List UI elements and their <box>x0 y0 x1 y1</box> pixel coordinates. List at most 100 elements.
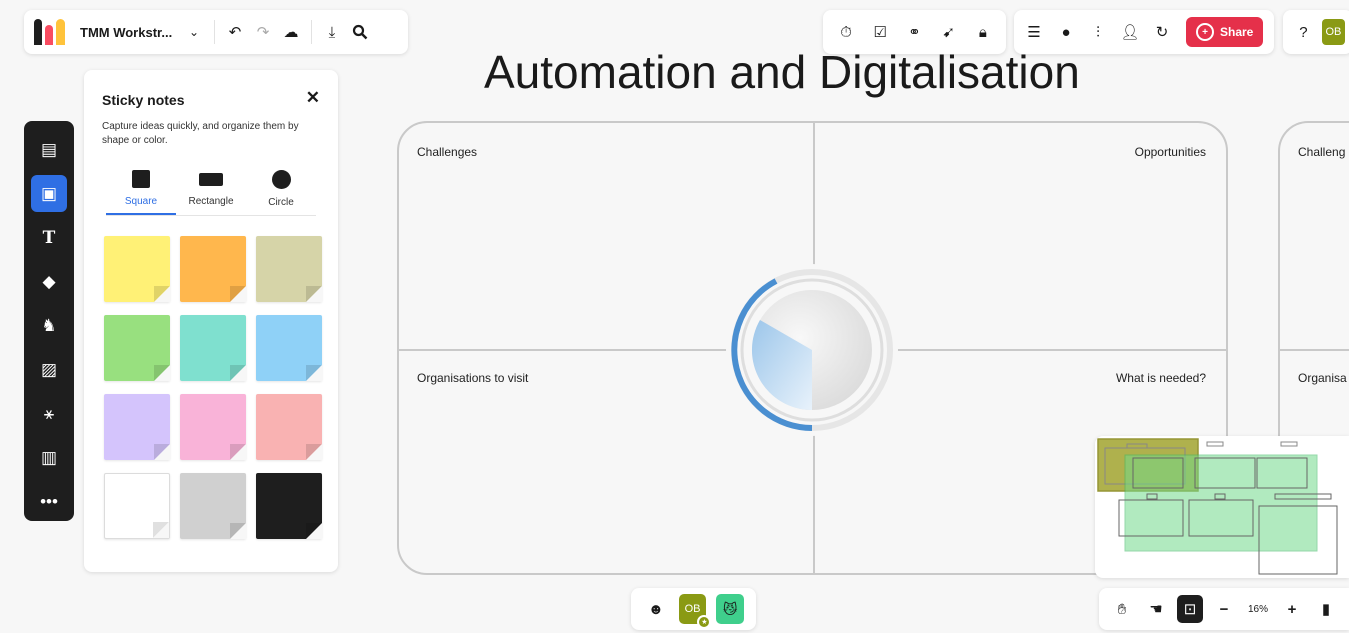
sticky-notes-tool[interactable]: ▣ <box>31 175 67 213</box>
square-shape-icon <box>132 170 150 188</box>
help-icon[interactable]: ? <box>1291 18 1316 46</box>
note-fold <box>230 286 246 302</box>
more-icon: ••• <box>40 492 58 512</box>
minimap-toggle-icon[interactable]: ⊡ <box>1177 595 1203 623</box>
mural-logo[interactable] <box>34 19 70 45</box>
navigation-bar: ✋︎ ☚ ⊡ − 16% + ▮ <box>1099 588 1349 630</box>
panel-description: Capture ideas quickly, and organize them… <box>102 121 299 146</box>
close-icon[interactable]: ✕ <box>306 88 320 108</box>
sticky-note-color-8[interactable] <box>256 394 322 460</box>
select-tool-icon[interactable]: ☚ <box>1143 595 1169 623</box>
text-tool[interactable]: T <box>31 219 67 256</box>
divider <box>1280 349 1349 351</box>
share-label: Share <box>1220 25 1254 39</box>
binoculars-icon[interactable]: ⚭ <box>900 18 928 46</box>
more-tools[interactable]: ••• <box>31 484 67 521</box>
images-tool[interactable]: ▨ <box>31 352 67 389</box>
note-fold <box>306 286 322 302</box>
minimap[interactable] <box>1095 436 1349 578</box>
templates-icon: ▤ <box>40 139 58 159</box>
note-fold <box>230 365 246 381</box>
text-icon: T <box>42 227 56 248</box>
diagram-tool[interactable]: ⚹ <box>31 396 67 433</box>
sticky-note-color-2[interactable] <box>256 236 322 302</box>
activity-icon[interactable]: ⫶ <box>1084 18 1112 46</box>
table-icon: ▥ <box>40 448 58 468</box>
shapes-tool[interactable]: ◆ <box>31 263 67 300</box>
circle-shape-icon <box>271 170 291 189</box>
shape-tabs: Square Rectangle Circle <box>106 170 316 216</box>
sticky-note-color-1[interactable] <box>180 236 246 302</box>
fit-to-screen-icon[interactable]: ▮ <box>1313 595 1339 623</box>
user-avatar[interactable]: OB ★ <box>678 594 712 629</box>
export-icon[interactable]: ⤓ <box>318 18 346 46</box>
divider <box>214 20 215 44</box>
emoji-reaction-icon[interactable]: ☻ <box>643 595 669 623</box>
panel-title: Sticky notes <box>102 92 185 108</box>
note-fold <box>230 523 246 539</box>
image-icon: ▨ <box>40 360 58 380</box>
sticky-note-color-4[interactable] <box>180 315 246 381</box>
history-icon[interactable]: ↻ <box>1148 18 1176 46</box>
facilitator-star-icon: ★ <box>697 615 712 629</box>
anonymous-user-avatar[interactable]: 😼︎ <box>716 594 744 624</box>
top-left-toolbar: TMM Workstr... ⌄ ↶ ↷ ☁ ⤓ <box>24 10 408 54</box>
loading-spinner <box>726 264 898 436</box>
private-mode-icon[interactable]: 🔒︎ <box>969 18 997 46</box>
members-icon[interactable]: 👤︎ <box>1116 18 1144 46</box>
sticky-note-color-7[interactable] <box>180 394 246 460</box>
shape-tab-rectangle[interactable]: Rectangle <box>176 170 246 215</box>
comments-icon[interactable]: ● <box>1052 18 1080 46</box>
quadrant-label-organisations-2: Organisa <box>1298 371 1347 385</box>
diagram-icon: ⚹ <box>43 404 55 424</box>
quadrant-label-organisations: Organisations to visit <box>417 371 529 385</box>
note-fold <box>230 444 246 460</box>
note-fold <box>154 286 170 302</box>
shape-tab-label: Square <box>124 196 158 207</box>
templates-tool[interactable]: ▤ <box>31 131 67 168</box>
icons-tool[interactable]: ♞ <box>31 307 67 344</box>
sticky-note-color-9[interactable] <box>104 473 170 539</box>
note-fold <box>306 365 322 381</box>
laser-pointer-icon[interactable]: ➹ <box>935 18 963 46</box>
sticky-note-color-5[interactable] <box>256 315 322 381</box>
sticky-note-icon: ▣ <box>40 183 58 203</box>
rectangle-shape-icon <box>199 173 223 186</box>
help-toolbar: ? OB <box>1283 10 1349 54</box>
tool-rail: ▤ ▣ T ◆ ♞ ▨ ⚹ ▥ ••• <box>24 121 74 521</box>
board-name[interactable]: TMM Workstr... <box>80 25 180 40</box>
zoom-in-icon[interactable]: + <box>1279 595 1305 623</box>
note-fold <box>153 522 169 538</box>
table-tool[interactable]: ▥ <box>31 440 67 477</box>
color-grid <box>104 236 322 539</box>
note-fold <box>154 365 170 381</box>
board-title: Automation and Digitalisation <box>484 46 1080 98</box>
voting-icon[interactable]: ☑ <box>866 18 894 46</box>
share-button[interactable]: + Share <box>1186 17 1264 47</box>
search-icon[interactable] <box>346 18 374 46</box>
undo-icon[interactable]: ↶ <box>221 18 249 46</box>
outline-icon[interactable]: ☰ <box>1020 18 1048 46</box>
cloud-saved-icon[interactable]: ☁ <box>277 18 305 46</box>
sticky-note-color-11[interactable] <box>256 473 322 539</box>
sticky-note-color-10[interactable] <box>180 473 246 539</box>
shape-tab-circle[interactable]: Circle <box>246 170 316 215</box>
zoom-level[interactable]: 16% <box>1245 604 1271 615</box>
redo-icon[interactable]: ↷ <box>249 18 277 46</box>
divider <box>311 20 312 44</box>
sticky-note-color-3[interactable] <box>104 315 170 381</box>
shape-tab-square[interactable]: Square <box>106 170 176 215</box>
reactions-bar: ☻ OB ★ 😼︎ <box>631 588 756 630</box>
zoom-out-icon[interactable]: − <box>1211 595 1237 623</box>
quadrant-label-needed: What is needed? <box>1115 371 1206 385</box>
quadrant-label-challenges: Challenges <box>417 145 478 159</box>
chevron-down-icon[interactable]: ⌄ <box>180 18 208 46</box>
sticky-note-color-0[interactable] <box>104 236 170 302</box>
timer-icon[interactable]: ⏱ <box>832 18 860 46</box>
hand-tool-icon[interactable]: ✋︎ <box>1109 595 1135 623</box>
sticky-note-color-6[interactable] <box>104 394 170 460</box>
quadrant-label-challenges-2: Challeng <box>1298 145 1346 159</box>
avatar-initials: OB <box>684 603 701 615</box>
user-avatar[interactable]: OB <box>1321 19 1345 45</box>
shapes-icon: ◆ <box>42 271 56 291</box>
